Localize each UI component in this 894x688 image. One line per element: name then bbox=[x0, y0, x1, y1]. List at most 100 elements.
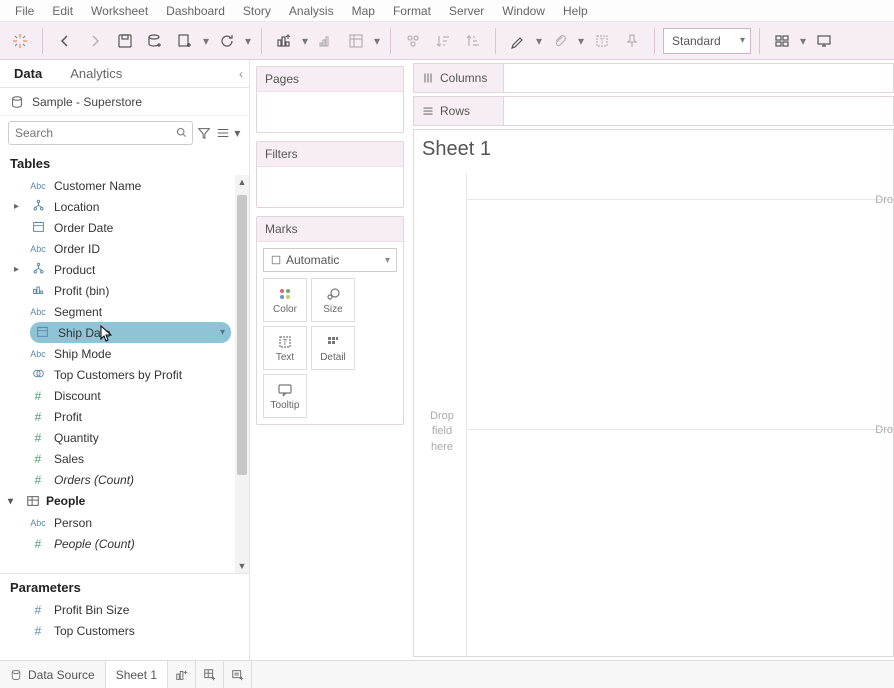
new-worksheet-button[interactable] bbox=[171, 27, 199, 55]
menu-dashboard[interactable]: Dashboard bbox=[157, 4, 234, 18]
mark-detail-button[interactable]: Detail bbox=[311, 326, 355, 370]
menu-window[interactable]: Window bbox=[493, 4, 554, 18]
sheet-tabs-bar: Data Source Sheet 1 bbox=[0, 660, 894, 688]
fit-mode-select[interactable]: Standard bbox=[663, 28, 751, 54]
sort-asc2-button[interactable] bbox=[459, 27, 487, 55]
tab-data[interactable]: Data bbox=[0, 60, 56, 87]
datasource-icon bbox=[10, 95, 24, 109]
viz-canvas[interactable]: Sheet 1 Drop field here Dro Dro bbox=[413, 129, 894, 657]
drop-hint-right-1: Dro bbox=[875, 194, 893, 206]
tableau-logo-icon[interactable] bbox=[6, 27, 34, 55]
tab-analytics[interactable]: Analytics bbox=[56, 60, 136, 87]
field-ship-mode[interactable]: AbcShip Mode bbox=[0, 343, 249, 364]
group-button[interactable] bbox=[399, 27, 427, 55]
field-order-id[interactable]: AbcOrder ID bbox=[0, 238, 249, 259]
menu-worksheet[interactable]: Worksheet bbox=[82, 4, 157, 18]
swap-button[interactable] bbox=[270, 27, 298, 55]
param-top-customers[interactable]: #Top Customers bbox=[0, 620, 249, 641]
pin-button[interactable] bbox=[618, 27, 646, 55]
filters-shelf[interactable]: Filters bbox=[256, 141, 404, 208]
view-fields-dropdown[interactable]: ▾ bbox=[234, 123, 241, 143]
datasource-row[interactable]: Sample - Superstore bbox=[0, 88, 249, 116]
menu-help[interactable]: Help bbox=[554, 4, 597, 18]
totals-dropdown[interactable]: ▾ bbox=[372, 34, 382, 48]
field-orders-count-[interactable]: #Orders (Count) bbox=[0, 469, 249, 490]
sheet-title[interactable]: Sheet 1 bbox=[422, 138, 491, 161]
menu-map[interactable]: Map bbox=[343, 4, 384, 18]
menu-story[interactable]: Story bbox=[234, 4, 280, 18]
refresh-dropdown[interactable]: ▾ bbox=[243, 34, 253, 48]
menu-edit[interactable]: Edit bbox=[43, 4, 82, 18]
tab-data-source[interactable]: Data Source bbox=[0, 661, 106, 688]
mark-tooltip-button[interactable]: Tooltip bbox=[263, 374, 307, 418]
columns-icon bbox=[422, 72, 434, 84]
field-location[interactable]: ▸Location bbox=[0, 196, 249, 217]
field-ship-date[interactable]: Ship Date bbox=[30, 322, 231, 343]
scrollbar[interactable]: ▲ ▼ bbox=[235, 175, 249, 573]
field-sales[interactable]: #Sales bbox=[0, 448, 249, 469]
toolbar: ▾ ▾ ▾ ▾ ▾ ▾ T Standard ▾ bbox=[0, 22, 894, 60]
refresh-button[interactable] bbox=[213, 27, 241, 55]
swap-dropdown[interactable]: ▾ bbox=[300, 34, 310, 48]
totals-button[interactable] bbox=[342, 27, 370, 55]
highlight-dropdown[interactable]: ▾ bbox=[534, 34, 544, 48]
show-me-dropdown[interactable]: ▾ bbox=[798, 34, 808, 48]
scroll-thumb[interactable] bbox=[237, 195, 247, 475]
field-segment[interactable]: AbcSegment bbox=[0, 301, 249, 322]
auto-mark-icon bbox=[270, 254, 282, 266]
new-datasource-button[interactable] bbox=[141, 27, 169, 55]
marks-type-select[interactable]: Automatic bbox=[263, 248, 397, 272]
field-person[interactable]: AbcPerson bbox=[0, 512, 249, 533]
pages-shelf[interactable]: Pages bbox=[256, 66, 404, 133]
new-story-tab[interactable] bbox=[224, 661, 252, 688]
field-profit-bin-[interactable]: Profit (bin) bbox=[0, 280, 249, 301]
menu-format[interactable]: Format bbox=[384, 4, 440, 18]
scroll-up-icon[interactable]: ▲ bbox=[235, 175, 249, 189]
scroll-down-icon[interactable]: ▼ bbox=[235, 559, 249, 573]
menu-server[interactable]: Server bbox=[440, 4, 493, 18]
marks-card: Marks Automatic ColorSizeTTextDetailTool… bbox=[256, 216, 404, 425]
field-profit[interactable]: #Profit bbox=[0, 406, 249, 427]
param-profit-bin-size[interactable]: #Profit Bin Size bbox=[0, 599, 249, 620]
rows-shelf[interactable]: Rows bbox=[413, 96, 894, 126]
search-icon bbox=[175, 126, 188, 139]
field-quantity[interactable]: #Quantity bbox=[0, 427, 249, 448]
field-people-count-[interactable]: #People (Count) bbox=[0, 533, 249, 554]
collapse-panel-icon[interactable]: ‹ bbox=[239, 67, 243, 81]
presentation-button[interactable] bbox=[810, 27, 838, 55]
new-worksheet-tab[interactable] bbox=[168, 661, 196, 688]
field-discount[interactable]: #Discount bbox=[0, 385, 249, 406]
svg-text:T: T bbox=[600, 37, 605, 46]
show-me-button[interactable] bbox=[768, 27, 796, 55]
columns-shelf[interactable]: Columns bbox=[413, 63, 894, 93]
parameters-header: Parameters bbox=[0, 574, 249, 599]
tab-sheet-1[interactable]: Sheet 1 bbox=[106, 661, 168, 688]
menu-analysis[interactable]: Analysis bbox=[280, 4, 343, 18]
filter-fields-icon[interactable] bbox=[197, 123, 211, 143]
sort-asc-button[interactable] bbox=[312, 27, 340, 55]
attach-button[interactable] bbox=[546, 27, 574, 55]
new-dashboard-tab[interactable] bbox=[196, 661, 224, 688]
mark-text-button[interactable]: TText bbox=[263, 326, 307, 370]
forward-button[interactable] bbox=[81, 27, 109, 55]
mark-size-button[interactable]: Size bbox=[311, 278, 355, 322]
field-customer-name[interactable]: AbcCustomer Name bbox=[0, 175, 249, 196]
menu-file[interactable]: File bbox=[6, 4, 43, 18]
field-top-customers-by-profit[interactable]: Top Customers by Profit bbox=[0, 364, 249, 385]
chevron-right-icon: ▸ bbox=[14, 264, 24, 275]
view-fields-icon[interactable] bbox=[215, 123, 229, 143]
field-order-date[interactable]: Order Date bbox=[0, 217, 249, 238]
attach-dropdown[interactable]: ▾ bbox=[576, 34, 586, 48]
search-input[interactable] bbox=[8, 121, 193, 145]
sort-desc-button[interactable] bbox=[429, 27, 457, 55]
new-worksheet-dropdown[interactable]: ▾ bbox=[201, 34, 211, 48]
highlight-button[interactable] bbox=[504, 27, 532, 55]
label-button[interactable]: T bbox=[588, 27, 616, 55]
save-button[interactable] bbox=[111, 27, 139, 55]
viz-area: Columns Rows Sheet 1 Drop field here bbox=[410, 60, 894, 660]
back-button[interactable] bbox=[51, 27, 79, 55]
group-people[interactable]: ▾ People bbox=[0, 490, 249, 512]
mark-color-button[interactable]: Color bbox=[263, 278, 307, 322]
field-product[interactable]: ▸Product bbox=[0, 259, 249, 280]
fields-list[interactable]: AbcCustomer Name▸LocationOrder DateAbcOr… bbox=[0, 175, 249, 573]
